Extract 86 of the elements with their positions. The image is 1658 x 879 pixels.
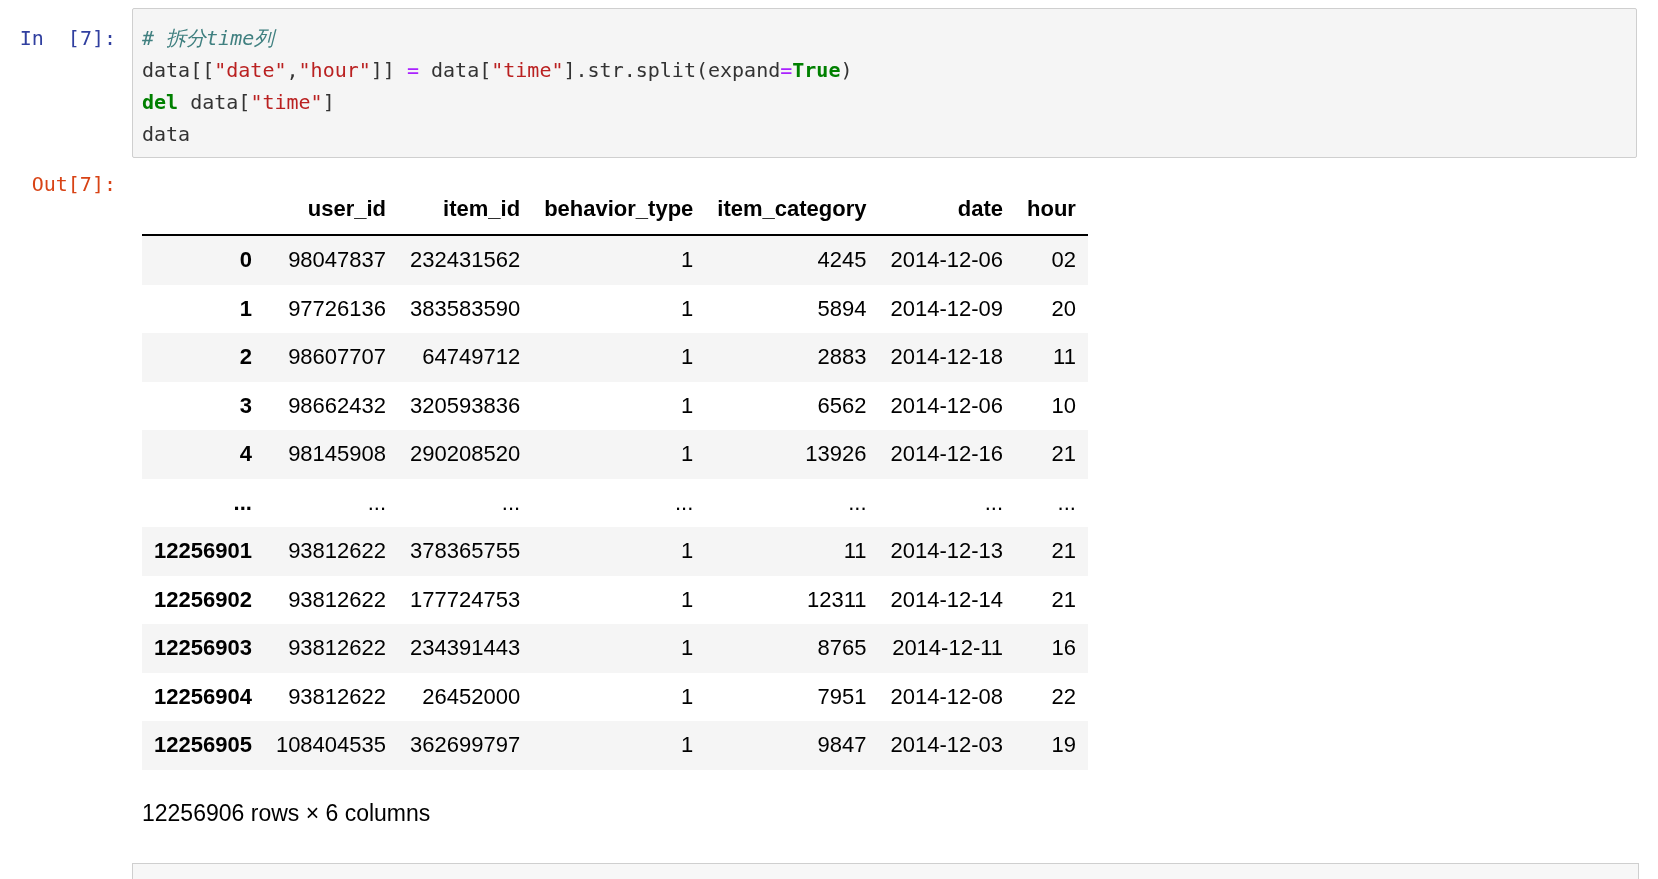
table-cell: ...: [878, 478, 1016, 527]
code-line: # 拆分time列: [142, 25, 275, 52]
table-cell: 290208520: [398, 430, 533, 479]
table-cell: 93812622: [263, 624, 398, 673]
row-index: 4: [142, 430, 264, 479]
table-cell: 2014-12-06: [878, 381, 1016, 430]
table-cell: 1: [532, 235, 706, 285]
table-cell: 232431562: [398, 235, 533, 285]
table-cell: 5894: [705, 284, 879, 333]
table-cell: 234391443: [398, 624, 533, 673]
table-cell: 7951: [705, 672, 879, 721]
table-cell: 1: [532, 672, 706, 721]
table-cell: 21: [1015, 430, 1088, 479]
table-cell: 13926: [705, 430, 879, 479]
table-cell: 320593836: [398, 381, 533, 430]
code-cell[interactable]: # 拆分time列 data[["date","hour"]] = data["time"].str.split(expand=True) del data["time"] data: [132, 8, 1637, 158]
table-cell: ...: [705, 478, 879, 527]
table-cell: 6562: [705, 381, 879, 430]
row-index: 12256902: [142, 575, 264, 624]
table-cell: 2014-12-18: [878, 333, 1016, 382]
row-index: 12256901: [142, 527, 264, 576]
row-index: 12256904: [142, 672, 264, 721]
row-index: 12256903: [142, 624, 264, 673]
table-summary: 12256906 rows × 6 columns: [142, 799, 431, 827]
table-cell: 93812622: [263, 672, 398, 721]
table-cell: 2014-12-09: [878, 284, 1016, 333]
table-cell: 10: [1015, 381, 1088, 430]
table-cell: 21: [1015, 527, 1088, 576]
table-cell: 1: [532, 721, 706, 770]
table-cell: 378365755: [398, 527, 533, 576]
table-cell: 2014-12-14: [878, 575, 1016, 624]
table-cell: 22: [1015, 672, 1088, 721]
table-cell: 4245: [705, 235, 879, 285]
row-index: 3: [142, 381, 264, 430]
output-prompt: Out[7]:: [30, 171, 117, 198]
table-cell: 19: [1015, 721, 1088, 770]
table-cell: 97726136: [263, 284, 398, 333]
row-index: 0: [142, 235, 264, 285]
table-cell: 64749712: [398, 333, 533, 382]
table-cell: 93812622: [263, 527, 398, 576]
code-line: data[["date","hour"]] = data["time"].str.split(expand=True): [142, 57, 853, 84]
table-cell: ...: [532, 478, 706, 527]
row-index: 12256905: [142, 721, 264, 770]
table-cell: 93812622: [263, 575, 398, 624]
table-cell: 9847: [705, 721, 879, 770]
table-cell: 2014-12-13: [878, 527, 1016, 576]
table-cell: 1: [532, 527, 706, 576]
table-cell: 383583590: [398, 284, 533, 333]
table-cell: 98047837: [263, 235, 398, 285]
code-line: del data["time"]: [142, 89, 335, 116]
table-cell: 1: [532, 575, 706, 624]
table-cell: 2014-12-06: [878, 235, 1016, 285]
table-cell: 2014-12-03: [878, 721, 1016, 770]
input-prompt: In [7]:: [18, 25, 117, 52]
table-cell: 108404535: [263, 721, 398, 770]
next-code-cell[interactable]: [132, 862, 1639, 879]
table-cell: 21: [1015, 575, 1088, 624]
table-cell: 98607707: [263, 333, 398, 382]
table-cell: 177724753: [398, 575, 533, 624]
table-cell: 16: [1015, 624, 1088, 673]
code-line: data: [142, 121, 191, 148]
table-cell: 1: [532, 381, 706, 430]
row-index: 1: [142, 284, 264, 333]
table-cell: 02: [1015, 235, 1088, 285]
table-cell: 12311: [705, 575, 879, 624]
table-cell: ...: [398, 478, 533, 527]
table-cell: 2014-12-16: [878, 430, 1016, 479]
table-cell: 1: [532, 430, 706, 479]
table-cell: 1: [532, 284, 706, 333]
row-index: ...: [142, 478, 264, 527]
table-cell: 20: [1015, 284, 1088, 333]
table-cell: ...: [263, 478, 398, 527]
table-cell: 26452000: [398, 672, 533, 721]
table-cell: 1: [532, 624, 706, 673]
table-cell: 98662432: [263, 381, 398, 430]
table-cell: 1: [532, 333, 706, 382]
table-cell: 11: [705, 527, 879, 576]
table-cell: ...: [1015, 478, 1088, 527]
table-cell: 2883: [705, 333, 879, 382]
table-cell: 2014-12-08: [878, 672, 1016, 721]
row-index: 2: [142, 333, 264, 382]
table-cell: 2014-12-11: [878, 624, 1016, 673]
table-cell: 98145908: [263, 430, 398, 479]
table-cell: 8765: [705, 624, 879, 673]
table-cell: 362699797: [398, 721, 533, 770]
table-cell: 11: [1015, 333, 1088, 382]
